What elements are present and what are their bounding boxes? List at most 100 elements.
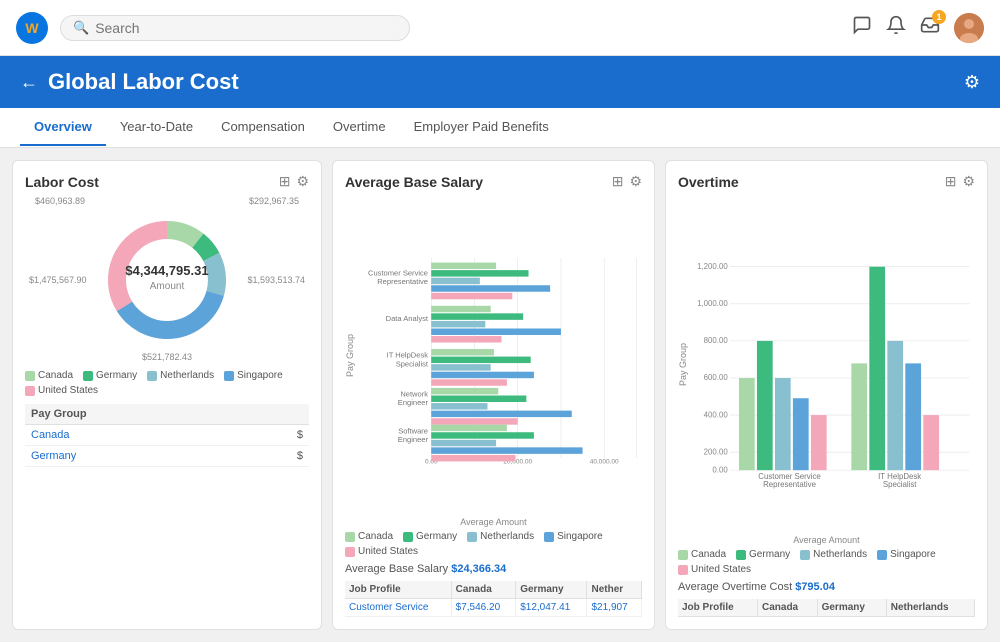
overtime-legend-netherlands: Netherlands	[800, 549, 867, 560]
overtime-header: Overtime ⊞ ⚙	[678, 173, 975, 190]
job-profile-cell[interactable]: Customer Service	[345, 599, 451, 617]
table-row: Canada $	[25, 425, 309, 446]
ot-table-nether-header: Netherlands	[886, 599, 974, 617]
legend-us-dot	[25, 386, 35, 396]
avg-salary-header: Average Base Salary ⊞ ⚙	[345, 173, 642, 190]
labor-cost-table: Pay Group Canada $ Germany $	[25, 404, 309, 467]
tab-employer-paid-benefits[interactable]: Employer Paid Benefits	[400, 109, 563, 146]
salary-legend-us: United States	[345, 546, 418, 557]
labor-cost-header: Labor Cost ⊞ ⚙	[25, 173, 309, 190]
svg-text:800.00: 800.00	[704, 336, 729, 345]
salary-legend-canada: Canada	[345, 531, 393, 542]
settings-icon-overtime[interactable]: ⚙	[962, 173, 975, 190]
table-cell-germany-val: $	[249, 446, 309, 467]
table-cell-germany[interactable]: Germany	[25, 446, 249, 467]
legend-germany: Germany	[83, 370, 137, 381]
workday-logo[interactable]: W	[16, 12, 48, 44]
salary-legend: Canada Germany Netherlands Singapore Uni…	[345, 531, 642, 557]
filter-icon-overtime[interactable]: ⊞	[945, 173, 957, 190]
svg-text:400.00: 400.00	[704, 410, 729, 419]
filter-icon-salary[interactable]: ⊞	[612, 173, 624, 190]
settings-card-icon[interactable]: ⚙	[296, 173, 309, 190]
page-header: ← Global Labor Cost ⚙	[0, 56, 1000, 108]
tab-navigation: Overview Year-to-Date Compensation Overt…	[0, 108, 1000, 148]
salary-legend-germany-dot	[403, 532, 413, 542]
legend-canada-dot	[25, 371, 35, 381]
salary-legend-netherlands-dot	[467, 532, 477, 542]
svg-text:1,000.00: 1,000.00	[697, 299, 728, 308]
overtime-legend-germany: Germany	[736, 549, 790, 560]
legend-singapore-dot	[224, 371, 234, 381]
filter-icon[interactable]: ⊞	[279, 173, 291, 190]
tab-overtime[interactable]: Overtime	[319, 109, 400, 146]
search-input[interactable]	[95, 20, 397, 36]
overtime-chart: 1,200.00 1,000.00 800.00 600.00 400.00 2…	[694, 196, 975, 533]
ot-legend-canada-dot	[678, 550, 688, 560]
label-germany-amt: $292,967.35	[249, 196, 299, 206]
salary-legend-singapore-label: Singapore	[557, 531, 603, 542]
overtime-card: Overtime ⊞ ⚙ Pay Group 1,200.00 1,000.00…	[665, 160, 988, 630]
ot-legend-singapore-label: Singapore	[890, 549, 936, 560]
label-us-amt: $1,475,567.90	[29, 275, 87, 285]
overtime-table: Job Profile Canada Germany Netherlands	[678, 599, 975, 617]
logo-initial: W	[25, 20, 38, 36]
back-button[interactable]: ←	[20, 72, 38, 93]
top-nav: W 🔍 1	[0, 0, 1000, 56]
overtime-icons[interactable]: ⊞ ⚙	[945, 173, 975, 190]
ot-table-job-header: Job Profile	[678, 599, 758, 617]
legend-germany-dot	[83, 371, 93, 381]
inbox-button[interactable]: 1	[920, 15, 940, 40]
table-cell-canada[interactable]: Canada	[25, 425, 249, 446]
svg-text:Representative: Representative	[763, 480, 816, 489]
user-avatar[interactable]	[954, 13, 984, 43]
legend-germany-label: Germany	[96, 370, 137, 381]
label-canada-amt: $460,963.89	[35, 196, 85, 206]
svg-text:IT HelpDesk: IT HelpDesk	[387, 351, 429, 360]
salary-legend-canada-label: Canada	[358, 531, 393, 542]
legend-netherlands-label: Netherlands	[160, 370, 214, 381]
nav-icons: 1	[852, 13, 984, 43]
labor-cost-icons[interactable]: ⊞ ⚙	[279, 173, 309, 190]
ot-table-germany-header: Germany	[817, 599, 886, 617]
avg-salary-title: Average Base Salary	[345, 174, 483, 190]
table-row: Germany $	[25, 446, 309, 467]
ot-legend-us-label: United States	[691, 564, 751, 575]
ot-legend-netherlands-dot	[800, 550, 810, 560]
tab-compensation[interactable]: Compensation	[207, 109, 319, 146]
inbox-badge: 1	[932, 10, 946, 24]
legend-singapore: Singapore	[224, 370, 283, 381]
bell-button[interactable]	[886, 15, 906, 40]
canada-cell: $7,546.20	[451, 599, 516, 617]
avg-base-salary-value: $24,366.34	[451, 563, 506, 575]
salary-legend-us-label: United States	[358, 546, 418, 557]
avg-base-salary-label: Average Base Salary $24,366.34	[345, 563, 642, 575]
salary-table: Job Profile Canada Germany Nether Custom…	[345, 581, 642, 617]
germany-cell: $12,047.41	[516, 599, 587, 617]
ot-legend-us-dot	[678, 565, 688, 575]
avg-overtime-value: $795.04	[795, 581, 835, 593]
salary-legend-canada-dot	[345, 532, 355, 542]
svg-text:Specialist: Specialist	[883, 480, 917, 489]
salary-legend-netherlands-label: Netherlands	[480, 531, 534, 542]
x-axis-label-overtime: Average Amount	[678, 535, 975, 545]
page-title: Global Labor Cost	[48, 69, 964, 95]
legend-singapore-label: Singapore	[237, 370, 283, 381]
y-axis-label-salary: Pay Group	[345, 196, 361, 515]
ot-legend-canada-label: Canada	[691, 549, 726, 560]
avg-base-salary-card: Average Base Salary ⊞ ⚙ Pay Group Custom…	[332, 160, 655, 630]
ot-table-canada-header: Canada	[758, 599, 818, 617]
chat-button[interactable]	[852, 15, 872, 40]
avg-salary-icons[interactable]: ⊞ ⚙	[612, 173, 642, 190]
svg-text:Representative: Representative	[377, 277, 428, 286]
svg-text:1,200.00: 1,200.00	[697, 262, 728, 271]
overtime-title: Overtime	[678, 174, 739, 190]
svg-text:Software: Software	[398, 426, 428, 435]
main-content: Labor Cost ⊞ ⚙ $460,963.89 $292,967.35 $…	[0, 148, 1000, 642]
svg-text:Data Analyst: Data Analyst	[386, 314, 429, 323]
settings-icon[interactable]: ⚙	[964, 72, 980, 93]
tab-overview[interactable]: Overview	[20, 109, 106, 146]
search-bar[interactable]: 🔍	[60, 15, 410, 41]
tab-year-to-date[interactable]: Year-to-Date	[106, 109, 207, 146]
y-axis-label-overtime: Pay Group	[678, 196, 694, 533]
settings-icon-salary[interactable]: ⚙	[629, 173, 642, 190]
